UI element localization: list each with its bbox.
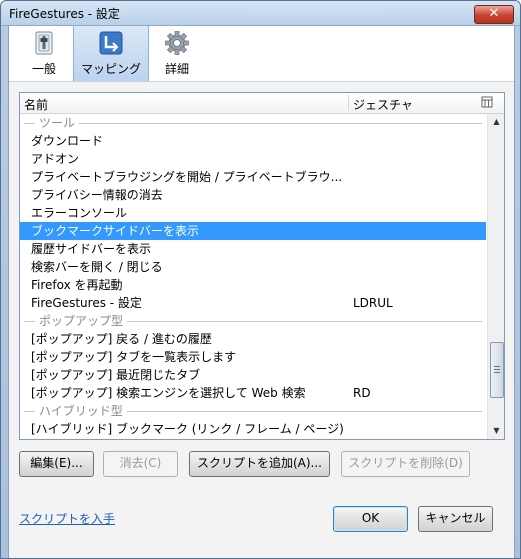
clear-button[interactable]: 消去(C) (103, 451, 178, 477)
close-button[interactable]: ✕ (474, 5, 514, 24)
switch-icon (35, 31, 53, 55)
get-scripts-link[interactable]: スクリプトを入手 (19, 510, 115, 527)
item-name: [ポップアップ] 最近閉じたタブ (31, 368, 201, 382)
column-header-gesture[interactable]: ジェスチャ (353, 96, 413, 113)
list-item[interactable]: 履歴サイドバーを表示 (20, 240, 486, 258)
scroll-down-arrow-icon[interactable]: ▼ (490, 424, 503, 438)
list-item[interactable]: アドオン (20, 150, 486, 168)
list-separator-tools: ツール (20, 114, 486, 132)
scroll-thumb[interactable] (490, 342, 504, 398)
item-name: プライバシー情報の消去 (31, 188, 163, 202)
list-item[interactable]: [ポップアップ] 検索エンジンを選択して Web 検索 RD (20, 384, 486, 402)
separator-label: ポップアップ型 (35, 312, 128, 330)
separator-label: ハイブリッド型 (35, 402, 127, 420)
item-gesture: RD (353, 386, 371, 400)
item-name: [ハイブリッド] ブックマーク (リンク / フレーム / ページ) (31, 422, 344, 436)
item-name: 履歴サイドバーを表示 (31, 242, 152, 256)
item-name: 検索バーを開く / 閉じる (31, 260, 163, 274)
list-item-selected[interactable]: ブックマークサイドバーを表示 (20, 222, 486, 240)
list-item[interactable]: [ポップアップ] タブを一覧表示します (20, 348, 486, 366)
settings-window: FireGestures - 設定 ✕ 一般 マッピング 詳細 名前 ジェスチャ… (0, 0, 521, 559)
column-header-name[interactable]: 名前 (24, 96, 48, 113)
mapping-arrow-icon (99, 31, 123, 55)
list-item[interactable]: ダウンロード (20, 132, 486, 150)
item-name: プライベートブラウジングを開始 / プライベートブラウ... (31, 170, 343, 184)
add-script-button[interactable]: スクリプトを追加(A)... (189, 451, 330, 477)
list-item[interactable]: エラーコンソール (20, 204, 486, 222)
list-separator-hybrid: ハイブリッド型 (20, 402, 486, 420)
item-name: Firefox を再起動 (31, 278, 123, 292)
separator-label: ツール (35, 114, 80, 132)
column-picker-icon[interactable] (481, 96, 493, 108)
list-scrollbar[interactable]: ▲ ▼ (487, 114, 504, 439)
close-icon: ✕ (488, 6, 500, 21)
list-item[interactable]: プライバシー情報の消去 (20, 186, 486, 204)
item-gesture: LDRUL (353, 296, 393, 310)
list-item[interactable]: [ハイブリッド] ブックマーク (リンク / フレーム / ページ) (20, 420, 486, 438)
title-bar[interactable]: FireGestures - 設定 ✕ (1, 1, 520, 26)
dialog-body: 一般 マッピング 詳細 名前 ジェスチャ ツール ダウンロード アドオン プライ… (8, 26, 515, 558)
item-name: ダウンロード (31, 134, 104, 148)
list-rows: ツール ダウンロード アドオン プライベートブラウジングを開始 / プライベート… (20, 114, 486, 439)
list-item[interactable]: [ポップアップ] 戻る / 進むの履歴 (20, 330, 486, 348)
tab-advanced[interactable]: 詳細 (148, 26, 206, 81)
list-item[interactable]: FireGestures - 設定 LDRUL (20, 294, 486, 312)
item-name: [ポップアップ] 戻る / 進むの履歴 (31, 332, 212, 346)
tab-advanced-label: 詳細 (164, 62, 189, 76)
list-separator-popup: ポップアップ型 (20, 312, 486, 330)
ok-button[interactable]: OK (333, 506, 408, 532)
item-name: [ポップアップ] タブを一覧表示します (31, 350, 237, 364)
window-title: FireGestures - 設定 (9, 7, 120, 21)
pane-toolbar: 一般 マッピング 詳細 (9, 26, 514, 82)
column-divider[interactable] (348, 95, 349, 111)
item-name: ブックマークサイドバーを表示 (31, 224, 200, 238)
tab-general[interactable]: 一般 (15, 26, 73, 81)
list-header: 名前 ジェスチャ (20, 93, 504, 114)
item-name: アドオン (31, 152, 80, 166)
item-name: [ポップアップ] 検索エンジンを選択して Web 検索 (31, 386, 306, 400)
delete-script-button[interactable]: スクリプトを削除(D) (341, 451, 470, 477)
list-item[interactable]: 検索バーを開く / 閉じる (20, 258, 486, 276)
gear-icon (165, 31, 189, 55)
cancel-button[interactable]: キャンセル (418, 506, 493, 532)
list-item[interactable]: プライベートブラウジングを開始 / プライベートブラウ... (20, 168, 486, 186)
list-item[interactable]: [ポップアップ] 最近閉じたタブ (20, 366, 486, 384)
tab-general-label: 一般 (31, 62, 56, 76)
tab-mapping[interactable]: マッピング (73, 26, 149, 81)
item-name: エラーコンソール (31, 206, 128, 220)
tab-mapping-label: マッピング (80, 62, 141, 76)
edit-button[interactable]: 編集(E)... (19, 451, 94, 477)
list-item[interactable]: Firefox を再起動 (20, 276, 486, 294)
mapping-list[interactable]: 名前 ジェスチャ ツール ダウンロード アドオン プライベートブラウジングを開始… (19, 92, 505, 440)
scroll-up-arrow-icon[interactable]: ▲ (490, 115, 503, 129)
item-name: FireGestures - 設定 (31, 296, 142, 310)
